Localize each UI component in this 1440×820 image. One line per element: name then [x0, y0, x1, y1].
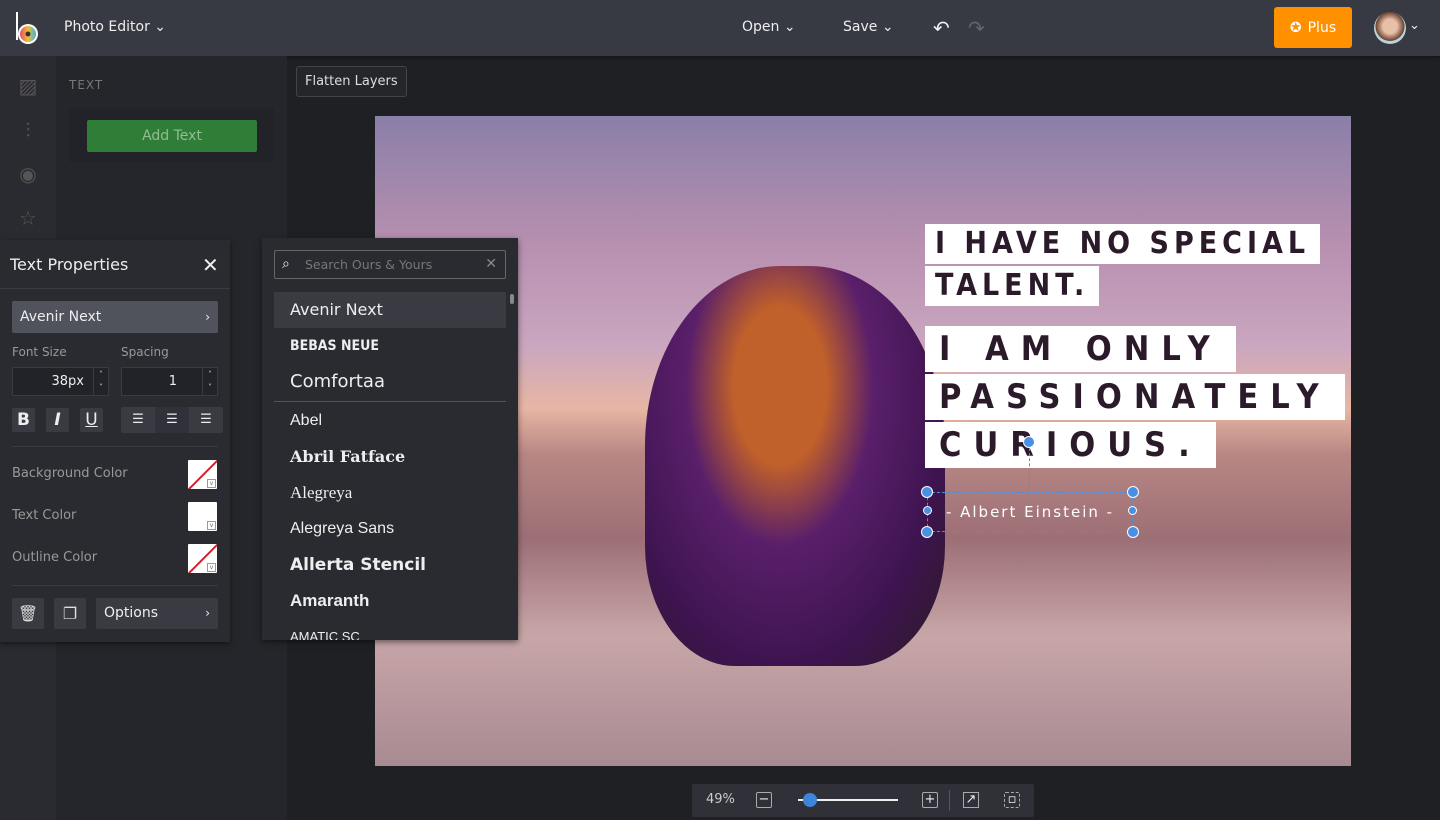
quote-line[interactable]: TALENT.: [925, 266, 1100, 306]
chevron-right-icon: ›: [205, 310, 210, 324]
resize-handle[interactable]: [1127, 526, 1139, 538]
eye-icon[interactable]: ◉: [16, 162, 40, 186]
avatar[interactable]: [1374, 12, 1406, 44]
duplicate-icon[interactable]: ❐: [54, 598, 86, 629]
bold-button[interactable]: B: [12, 408, 35, 432]
text-properties-panel: Text Properties ✕ Avenir Next › Font Size…: [0, 240, 230, 642]
font-size-stepper[interactable]: 38px ˄ ˅: [12, 367, 109, 396]
scrollbar[interactable]: [510, 294, 514, 304]
chevron-right-icon: ›: [205, 606, 210, 620]
background-color-swatch[interactable]: v: [188, 460, 217, 489]
underline-button[interactable]: U: [80, 408, 103, 432]
flatten-layers-button[interactable]: Flatten Layers: [296, 66, 407, 97]
resize-handle[interactable]: [921, 486, 933, 498]
photo-subject: [645, 266, 945, 666]
background-color-label: Background Color: [12, 466, 128, 481]
expand-icon[interactable]: ↗: [963, 792, 979, 808]
zoom-in-icon[interactable]: +: [922, 792, 938, 808]
align-left-icon[interactable]: ☰: [121, 407, 155, 433]
font-option[interactable]: BEBAS NEUE: [274, 328, 506, 364]
adjust-sliders-icon[interactable]: ⫶: [16, 118, 40, 142]
author-text[interactable]: - Albert Einstein -: [928, 493, 1132, 531]
font-picker: ⌕ Search Ours & Yours ✕ Avenir Next BEBAS …: [262, 238, 518, 640]
panel-title: Text Properties: [10, 255, 129, 274]
alignment-group: ☰ ☰ ☰: [121, 407, 223, 433]
align-center-icon[interactable]: ☰: [155, 407, 189, 433]
clear-icon[interactable]: ✕: [485, 251, 497, 278]
trash-icon[interactable]: 🗑: [12, 598, 44, 629]
fit-screen-icon[interactable]: ▫: [1004, 792, 1020, 808]
selected-text-layer[interactable]: - Albert Einstein -: [921, 486, 1139, 538]
outline-color-label: Outline Color: [12, 550, 98, 565]
close-icon[interactable]: ✕: [202, 253, 219, 277]
resize-handle[interactable]: [1127, 486, 1139, 498]
star-icon[interactable]: ☆: [16, 206, 40, 230]
font-option[interactable]: Avenir Next: [274, 292, 506, 328]
chevron-down-icon: ⌄: [881, 19, 894, 35]
resize-handle[interactable]: [1128, 506, 1137, 515]
photo-canvas[interactable]: I HAVE NO SPECIAL TALENT. I AM ONLY PASS…: [375, 116, 1351, 766]
plus-button[interactable]: ✪ Plus: [1274, 7, 1352, 48]
italic-button[interactable]: I: [46, 408, 69, 432]
font-option[interactable]: Alegreya Sans: [274, 511, 506, 547]
quote-line[interactable]: I HAVE NO SPECIAL: [925, 224, 1321, 264]
zoom-out-icon[interactable]: −: [756, 792, 772, 808]
badge-icon: ✪: [1289, 19, 1302, 36]
zoom-level: 49%: [706, 792, 735, 807]
stepper-arrows[interactable]: ˄ ˅: [202, 368, 217, 395]
resize-handle[interactable]: [923, 506, 932, 515]
zoom-bar: 49% − + ↗ ▫: [692, 784, 1034, 817]
search-icon: ⌕: [282, 256, 290, 272]
font-size-label: Font Size: [12, 345, 67, 359]
quote-line[interactable]: I AM ONLY: [925, 326, 1236, 372]
font-selector[interactable]: Avenir Next ›: [12, 301, 218, 333]
spacing-label: Spacing: [121, 345, 169, 359]
add-text-button[interactable]: Add Text: [87, 120, 257, 152]
font-search-input[interactable]: ⌕ Search Ours & Yours ✕: [274, 250, 506, 279]
font-list: Avenir Next BEBAS NEUE Comfortaa Abel Ab…: [274, 292, 506, 640]
font-option[interactable]: Alegreya: [274, 475, 506, 511]
open-menu[interactable]: Open ⌄: [742, 19, 796, 35]
zoom-slider-thumb[interactable]: [803, 793, 817, 807]
chevron-down-icon[interactable]: ⌄: [1409, 18, 1420, 33]
align-right-icon[interactable]: ☰: [189, 407, 223, 433]
image-icon[interactable]: ▨: [16, 74, 40, 98]
outline-color-swatch[interactable]: v: [188, 544, 217, 573]
redo-icon[interactable]: ↷: [968, 16, 985, 40]
top-bar: Photo Editor ⌄ Open ⌄ Save ⌄ ↶ ↷ ✪ Plus ⌄: [0, 0, 1440, 56]
quote-line[interactable]: PASSIONATELY: [925, 374, 1345, 420]
quote-line[interactable]: CURIOUS.: [925, 422, 1216, 468]
chevron-down-icon: ⌄: [154, 19, 167, 35]
rotate-handle[interactable]: [1023, 436, 1035, 448]
save-menu[interactable]: Save ⌄: [843, 19, 894, 35]
font-option[interactable]: Abel: [274, 403, 506, 439]
rotate-guide: [1029, 448, 1030, 492]
undo-icon[interactable]: ↶: [933, 16, 950, 40]
text-color-label: Text Color: [12, 508, 77, 523]
stepper-arrows[interactable]: ˄ ˅: [93, 368, 108, 395]
panel-heading: TEXT: [69, 78, 104, 92]
options-button[interactable]: Options ›: [96, 598, 218, 629]
chevron-down-icon: ⌄: [783, 19, 796, 35]
text-color-swatch[interactable]: v: [188, 502, 217, 531]
font-option[interactable]: AMATIC SC: [274, 619, 506, 640]
font-option[interactable]: Amaranth: [274, 583, 506, 619]
font-option[interactable]: Allerta Stencil: [274, 547, 506, 583]
app-logo[interactable]: [14, 10, 42, 46]
spacing-stepper[interactable]: 1 ˄ ˅: [121, 367, 218, 396]
font-option[interactable]: Comfortaa: [274, 364, 506, 400]
font-option[interactable]: Abril Fatface: [274, 439, 506, 475]
photo-editor-menu[interactable]: Photo Editor ⌄: [64, 19, 166, 35]
resize-handle[interactable]: [921, 526, 933, 538]
